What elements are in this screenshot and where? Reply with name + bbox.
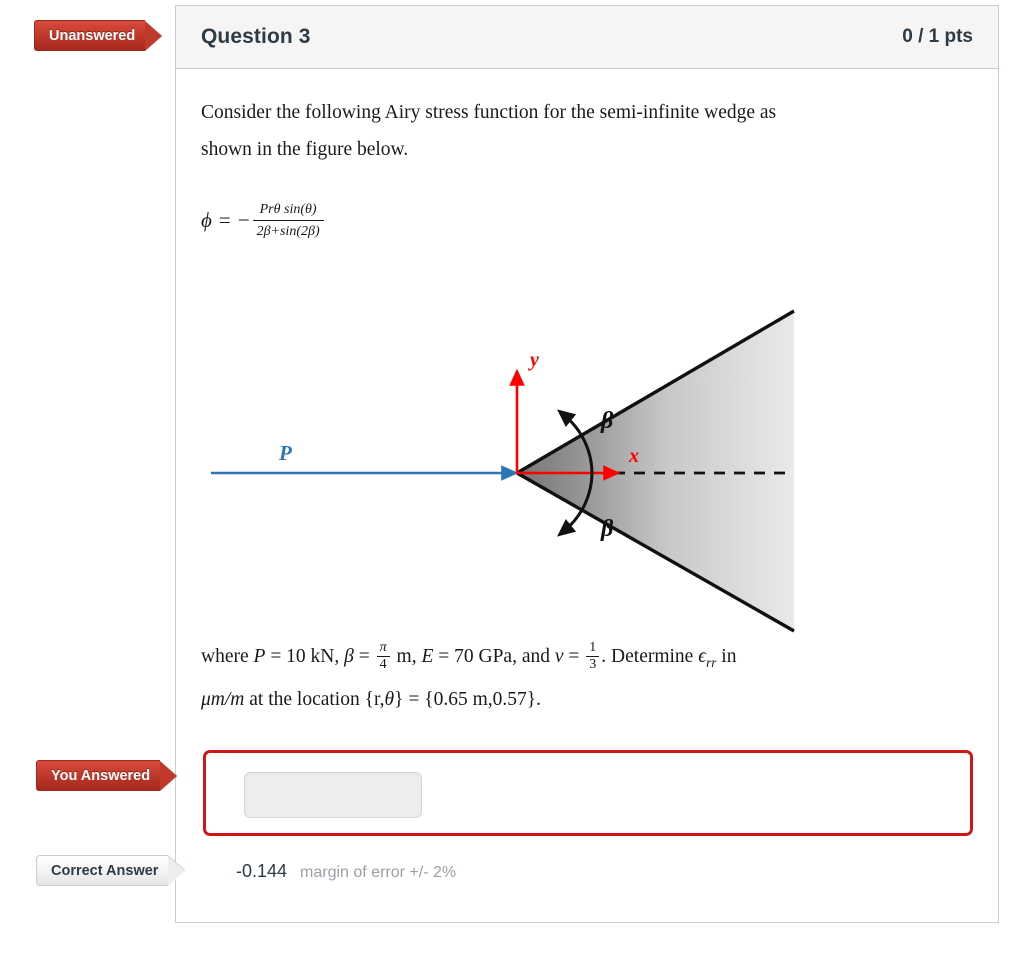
wedge-figure: P y x β β [201,288,801,650]
question-intro-line1: Consider the following Airy stress funct… [201,102,777,123]
given-beta-numerator: π [379,639,387,656]
page-title: Question 3 [201,25,311,48]
given-beta-unit: m, [391,646,422,667]
status-badge-you-answered-label: You Answered [51,767,151,784]
given-E-symbol: E [421,646,434,667]
given-units: μm/m [201,688,245,710]
given-strain-symbol: ϵ [698,646,707,667]
figure-label-y: y [528,349,539,371]
given-P-symbol: P [253,646,266,667]
given-nu-denominator: 3 [586,656,600,673]
status-badge-correct-answer-label: Correct Answer [51,862,159,879]
given-in-word: in [716,646,737,667]
formula-fraction: Prθ sin(θ) 2β+sin(2β) [252,201,324,241]
status-badge-unanswered-body: Unanswered [34,20,146,51]
formula-equals: = [218,208,231,232]
given-location-values: } = {0.65 m,0.57}. [394,688,541,710]
formula-denominator: 2β+sin(2β) [252,219,324,241]
figure-label-x: x [628,445,639,467]
status-badge-unanswered-label: Unanswered [49,27,136,44]
wedge-body [517,311,794,631]
given-nu-equals: = [563,646,585,667]
given-nu-fraction: 13 [586,639,600,673]
given-beta-fraction: π4 [376,639,390,673]
formula-minus: − [237,208,250,232]
correct-answer-row: -0.144 margin of error +/- 2% [236,861,456,882]
correct-answer-value: -0.144 [236,861,288,881]
quiz-question-page: Unanswered You Answered Correct Answer Q… [0,0,1024,958]
status-badge-correct-answer-body: Correct Answer [36,855,169,886]
given-beta-equals: = [353,646,375,667]
question-container: Question 3 0 / 1 pts Consider the follow… [175,5,999,923]
question-header: Question 3 0 / 1 pts [176,6,998,69]
status-badge-unanswered-tip [145,20,163,51]
answer-input[interactable] [244,772,422,818]
status-badge-unanswered: Unanswered [34,20,163,51]
question-prompt: Consider the following Airy stress funct… [201,94,971,168]
formula-numerator: Prθ sin(θ) [259,202,317,217]
status-badge-you-answered: You Answered [36,760,178,791]
status-badge-you-answered-body: You Answered [36,760,161,791]
given-beta-symbol: β [344,646,354,667]
status-badge-correct-answer-tip [168,855,186,886]
status-badge-correct-answer: Correct Answer [36,855,186,886]
figure-label-P: P [278,441,292,465]
given-strain-subscript: rr [706,654,717,670]
given-determine: . Determine [601,646,699,667]
student-answer-box [203,750,973,836]
figure-label-beta-upper: β [600,408,614,434]
given-beta-denominator: 4 [376,656,390,673]
given-theta-symbol: θ [384,688,395,710]
given-E-value: = 70 GPa, and [433,646,555,667]
wedge-diagram-svg: P y x β β [211,309,795,633]
given-lead: where [201,646,254,667]
question-intro-line2: shown in the figure below. [201,139,409,160]
margin-of-error-text: margin of error +/- 2% [300,864,457,881]
question-given-values: where P = 10 kN, β = π4 m, E = 70 GPa, a… [201,638,961,718]
given-P-value: = 10 kN, [265,646,345,667]
airy-stress-formula: ϕ = − Prθ sin(θ) 2β+sin(2β) [201,201,324,240]
given-nu-symbol: ν [554,646,564,667]
formula-phi: ϕ [201,208,212,232]
given-nu-numerator: 1 [589,639,597,656]
status-badge-you-answered-tip [160,760,178,791]
question-points: 0 / 1 pts [902,26,973,47]
given-location-lead: at the location {r, [244,688,385,710]
figure-label-beta-lower: β [600,516,614,542]
